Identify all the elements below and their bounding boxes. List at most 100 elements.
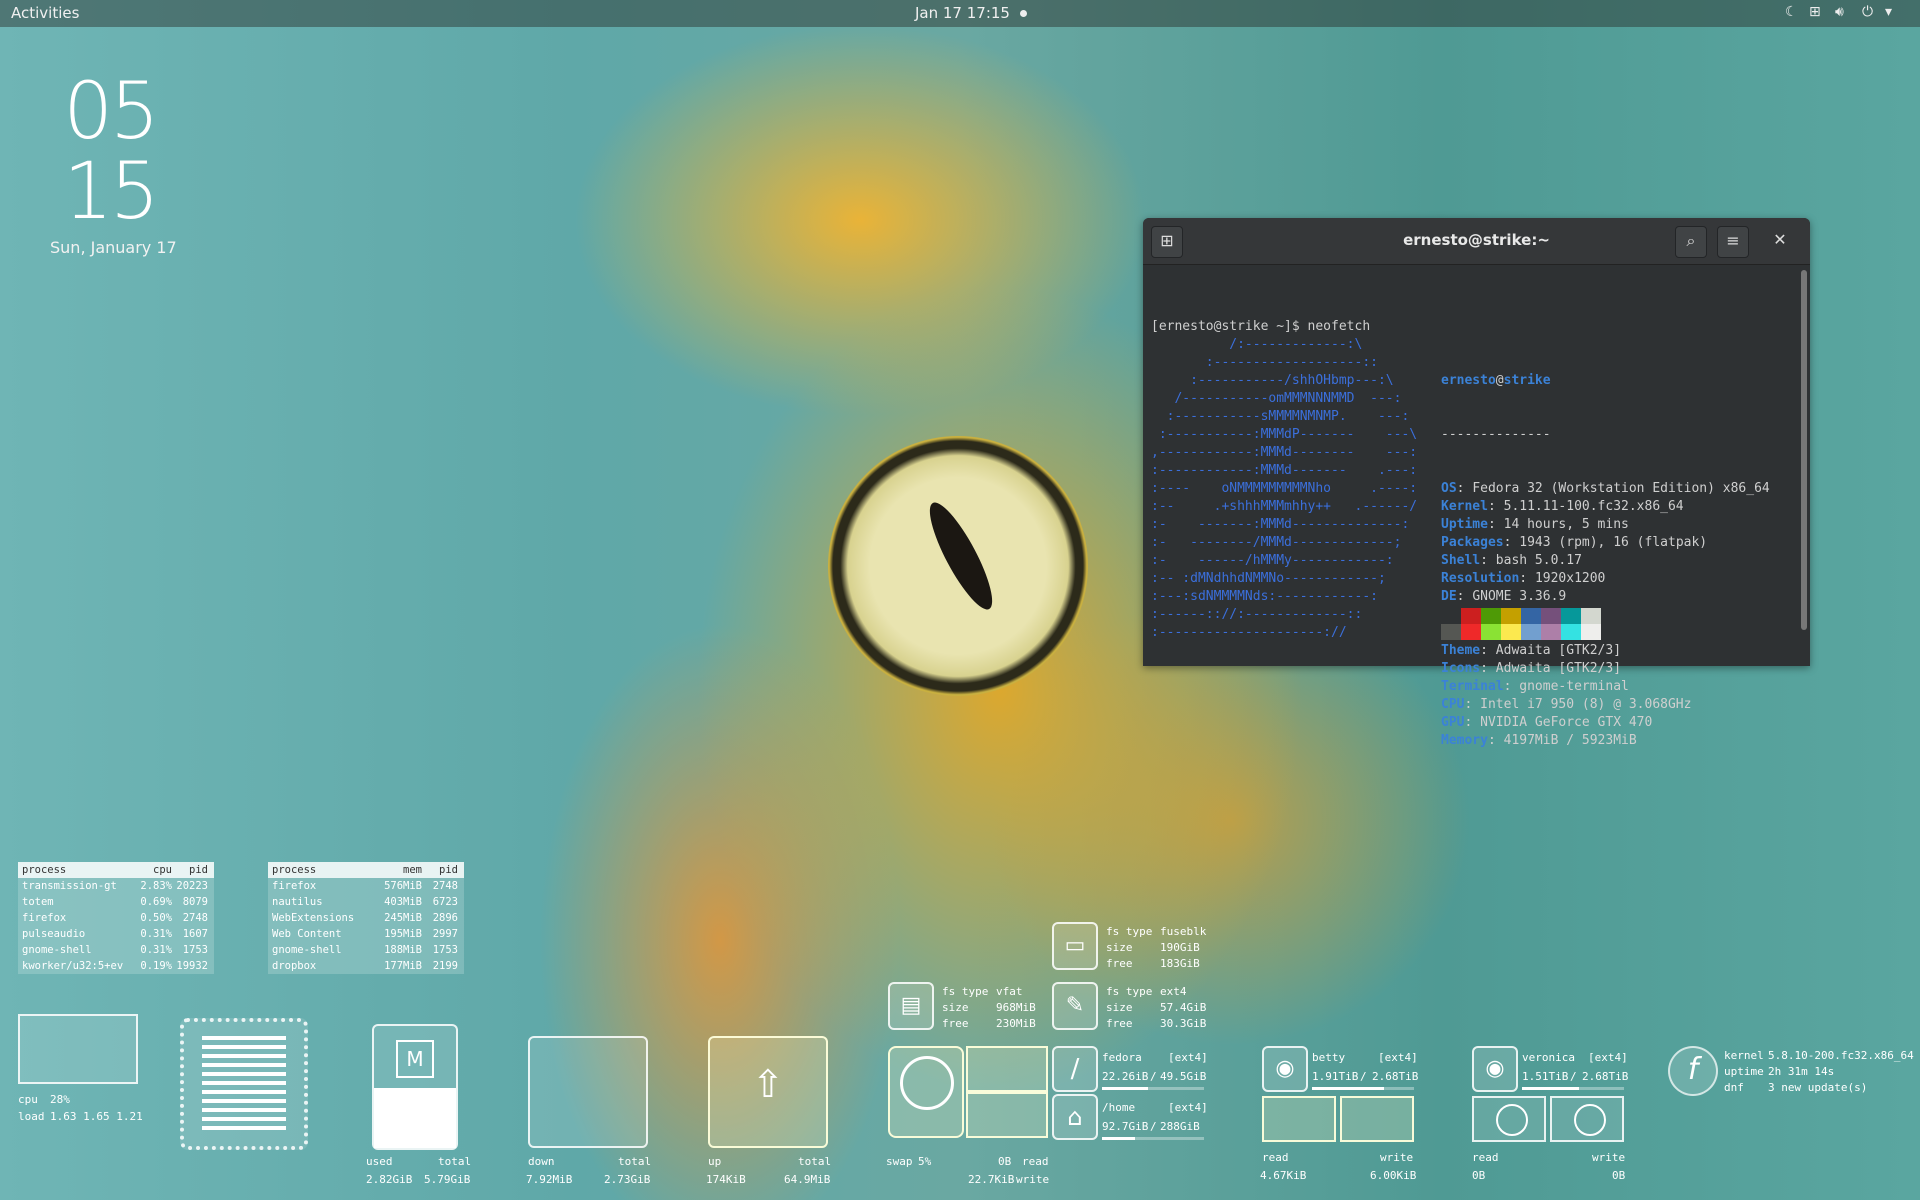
network-icon[interactable]: ⊞ <box>1809 4 1821 20</box>
terminal-title: ernesto@strike:~ <box>1403 231 1550 249</box>
color-swatch <box>1581 608 1601 624</box>
kernel-label: kernel <box>1724 1049 1764 1062</box>
platter <box>900 1056 954 1110</box>
info-key: Packages <box>1441 535 1504 550</box>
top-clock[interactable]: Jan 17 17:15 <box>915 4 1010 22</box>
search-icon[interactable]: ⌕ <box>1675 226 1707 258</box>
fs-type-value: fuseblk <box>1160 925 1207 938</box>
write-value: 0B <box>1612 1169 1626 1182</box>
table-row: Web Content 195MiB 2997 <box>268 926 464 942</box>
color-swatch <box>1521 624 1541 640</box>
swap-label: swap <box>886 1155 913 1168</box>
table-row: gnome-shell 0.31% 1753 <box>18 942 214 958</box>
info-value: bash 5.0.17 <box>1495 553 1582 568</box>
logo-line: :-------------------:: <box>1151 355 1378 370</box>
logo-line: :------:://:-------------:: <box>1151 607 1363 622</box>
info-key: Shell <box>1441 553 1481 568</box>
terminal-window[interactable]: ⊞ ernesto@strike:~ ⌕ ≡ ✕ [ernesto@strike… <box>1143 218 1810 748</box>
net-down-graph <box>528 1036 648 1148</box>
info-line: OS: Fedora 32 (Workstation Edition) x86_… <box>1441 480 1770 498</box>
fs-size-label: size <box>1106 1001 1133 1014</box>
chevron-down-icon[interactable]: ▾ <box>1885 4 1892 20</box>
info-colon: : <box>1456 589 1473 604</box>
color-swatch <box>1461 624 1481 640</box>
info-value: 1943 (rpm), 16 (flatpak) <box>1519 535 1708 550</box>
disk-sep: / <box>1360 1070 1367 1083</box>
col-pid: pid <box>439 864 458 876</box>
disk-type: [ext4] <box>1378 1051 1418 1064</box>
color-swatch <box>1441 608 1461 624</box>
up-rate: 174KiB <box>706 1173 746 1186</box>
logo-line: :- ------/hMMMy------------: <box>1151 553 1394 568</box>
info-line: Shell: bash 5.0.17 <box>1441 552 1770 570</box>
power-icon[interactable]: ⏻ <box>1862 4 1873 20</box>
write-label: write <box>1592 1151 1626 1164</box>
info-value: gnome-terminal <box>1519 679 1629 694</box>
disk-name: veronica <box>1522 1051 1575 1064</box>
up-label: up <box>708 1155 722 1168</box>
table-cell: 245MiB <box>384 912 422 924</box>
disk-usage-meter <box>1102 1087 1204 1090</box>
info-colon: : <box>1503 679 1520 694</box>
write-label: write <box>1380 1151 1414 1164</box>
color-swatch <box>1561 608 1581 624</box>
terminal-headerbar[interactable]: ⊞ ernesto@strike:~ ⌕ ≡ ✕ <box>1143 218 1810 265</box>
close-icon[interactable]: ✕ <box>1765 226 1795 256</box>
table-cell: 0.50% <box>140 912 172 924</box>
color-swatch <box>1541 608 1561 624</box>
down-label: down <box>528 1155 555 1168</box>
fs-size-value: 968MiB <box>996 1001 1036 1014</box>
logo-line: :- --------/MMMd-------------; <box>1151 535 1402 550</box>
table-cell: 2199 <box>432 960 458 972</box>
color-swatch <box>1581 624 1601 640</box>
table-header: process cpu pid <box>18 862 214 878</box>
info-colon: : <box>1487 499 1504 514</box>
night-light-icon[interactable]: ☾ <box>1785 4 1798 20</box>
fs-type-label: fs type <box>942 985 989 998</box>
color-swatch <box>1501 624 1521 640</box>
table-cell: Web Content <box>272 928 342 940</box>
terminal-output[interactable]: [ernesto@strike ~]$ neofetch /:---------… <box>1147 268 1800 748</box>
fedora-logo-icon: f <box>1668 1046 1718 1096</box>
color-swatch <box>1461 608 1481 624</box>
disk-total: 2.68TiB <box>1372 1070 1419 1083</box>
neofetch-user: ernesto <box>1441 373 1496 388</box>
col-cpu: cpu <box>153 864 172 876</box>
volume-icon[interactable]: 🔊︎ <box>1835 4 1844 20</box>
menu-icon[interactable]: ≡ <box>1717 226 1749 258</box>
disk-name: fedora <box>1102 1051 1142 1064</box>
disk-usage-meter <box>1312 1087 1414 1090</box>
table-row: totem 0.69% 8079 <box>18 894 214 910</box>
veronica-write-graph <box>1550 1096 1624 1142</box>
info-value: GNOME 3.36.9 <box>1472 589 1567 604</box>
cpu-label: cpu <box>18 1093 38 1106</box>
info-line: Packages: 1943 (rpm), 16 (flatpak) <box>1441 534 1770 552</box>
info-key: Uptime <box>1441 517 1488 532</box>
table-cell: 20223 <box>176 880 208 892</box>
table-cell: nautilus <box>272 896 323 908</box>
read-value: 0B <box>1472 1169 1486 1182</box>
disk-usage-meter <box>1522 1087 1624 1090</box>
clock-minute: 15 <box>63 147 159 237</box>
mem-total-label: total <box>438 1155 472 1168</box>
table-cell: firefox <box>272 880 317 892</box>
table-cell: 8079 <box>182 896 208 908</box>
col-mem: mem <box>403 864 422 876</box>
info-key: CPU <box>1441 697 1465 712</box>
down-total: 2.73GiB <box>604 1173 651 1186</box>
table-cell: dropbox <box>272 960 317 972</box>
mem-used-label: used <box>366 1155 393 1168</box>
info-colon: : <box>1464 715 1481 730</box>
disk-type: [ext4] <box>1168 1101 1208 1114</box>
chip-lines <box>202 1036 286 1132</box>
cpu-value: 28% <box>50 1093 70 1106</box>
terminal-scrollbar[interactable] <box>1801 270 1807 630</box>
info-line: Uptime: 14 hours, 5 mins <box>1441 516 1770 534</box>
info-colon: : <box>1480 643 1496 658</box>
info-line: DE: GNOME 3.36.9 <box>1441 588 1770 606</box>
activities-button[interactable]: Activities <box>11 4 79 22</box>
logo-line: :-- :dMNdhhdNMMNo------------; <box>1151 571 1386 586</box>
info-value: Intel i7 950 (8) @ 3.068GHz <box>1480 697 1692 712</box>
fs-free-label: free <box>942 1017 969 1030</box>
drive-icon: ▭ <box>1052 922 1098 970</box>
